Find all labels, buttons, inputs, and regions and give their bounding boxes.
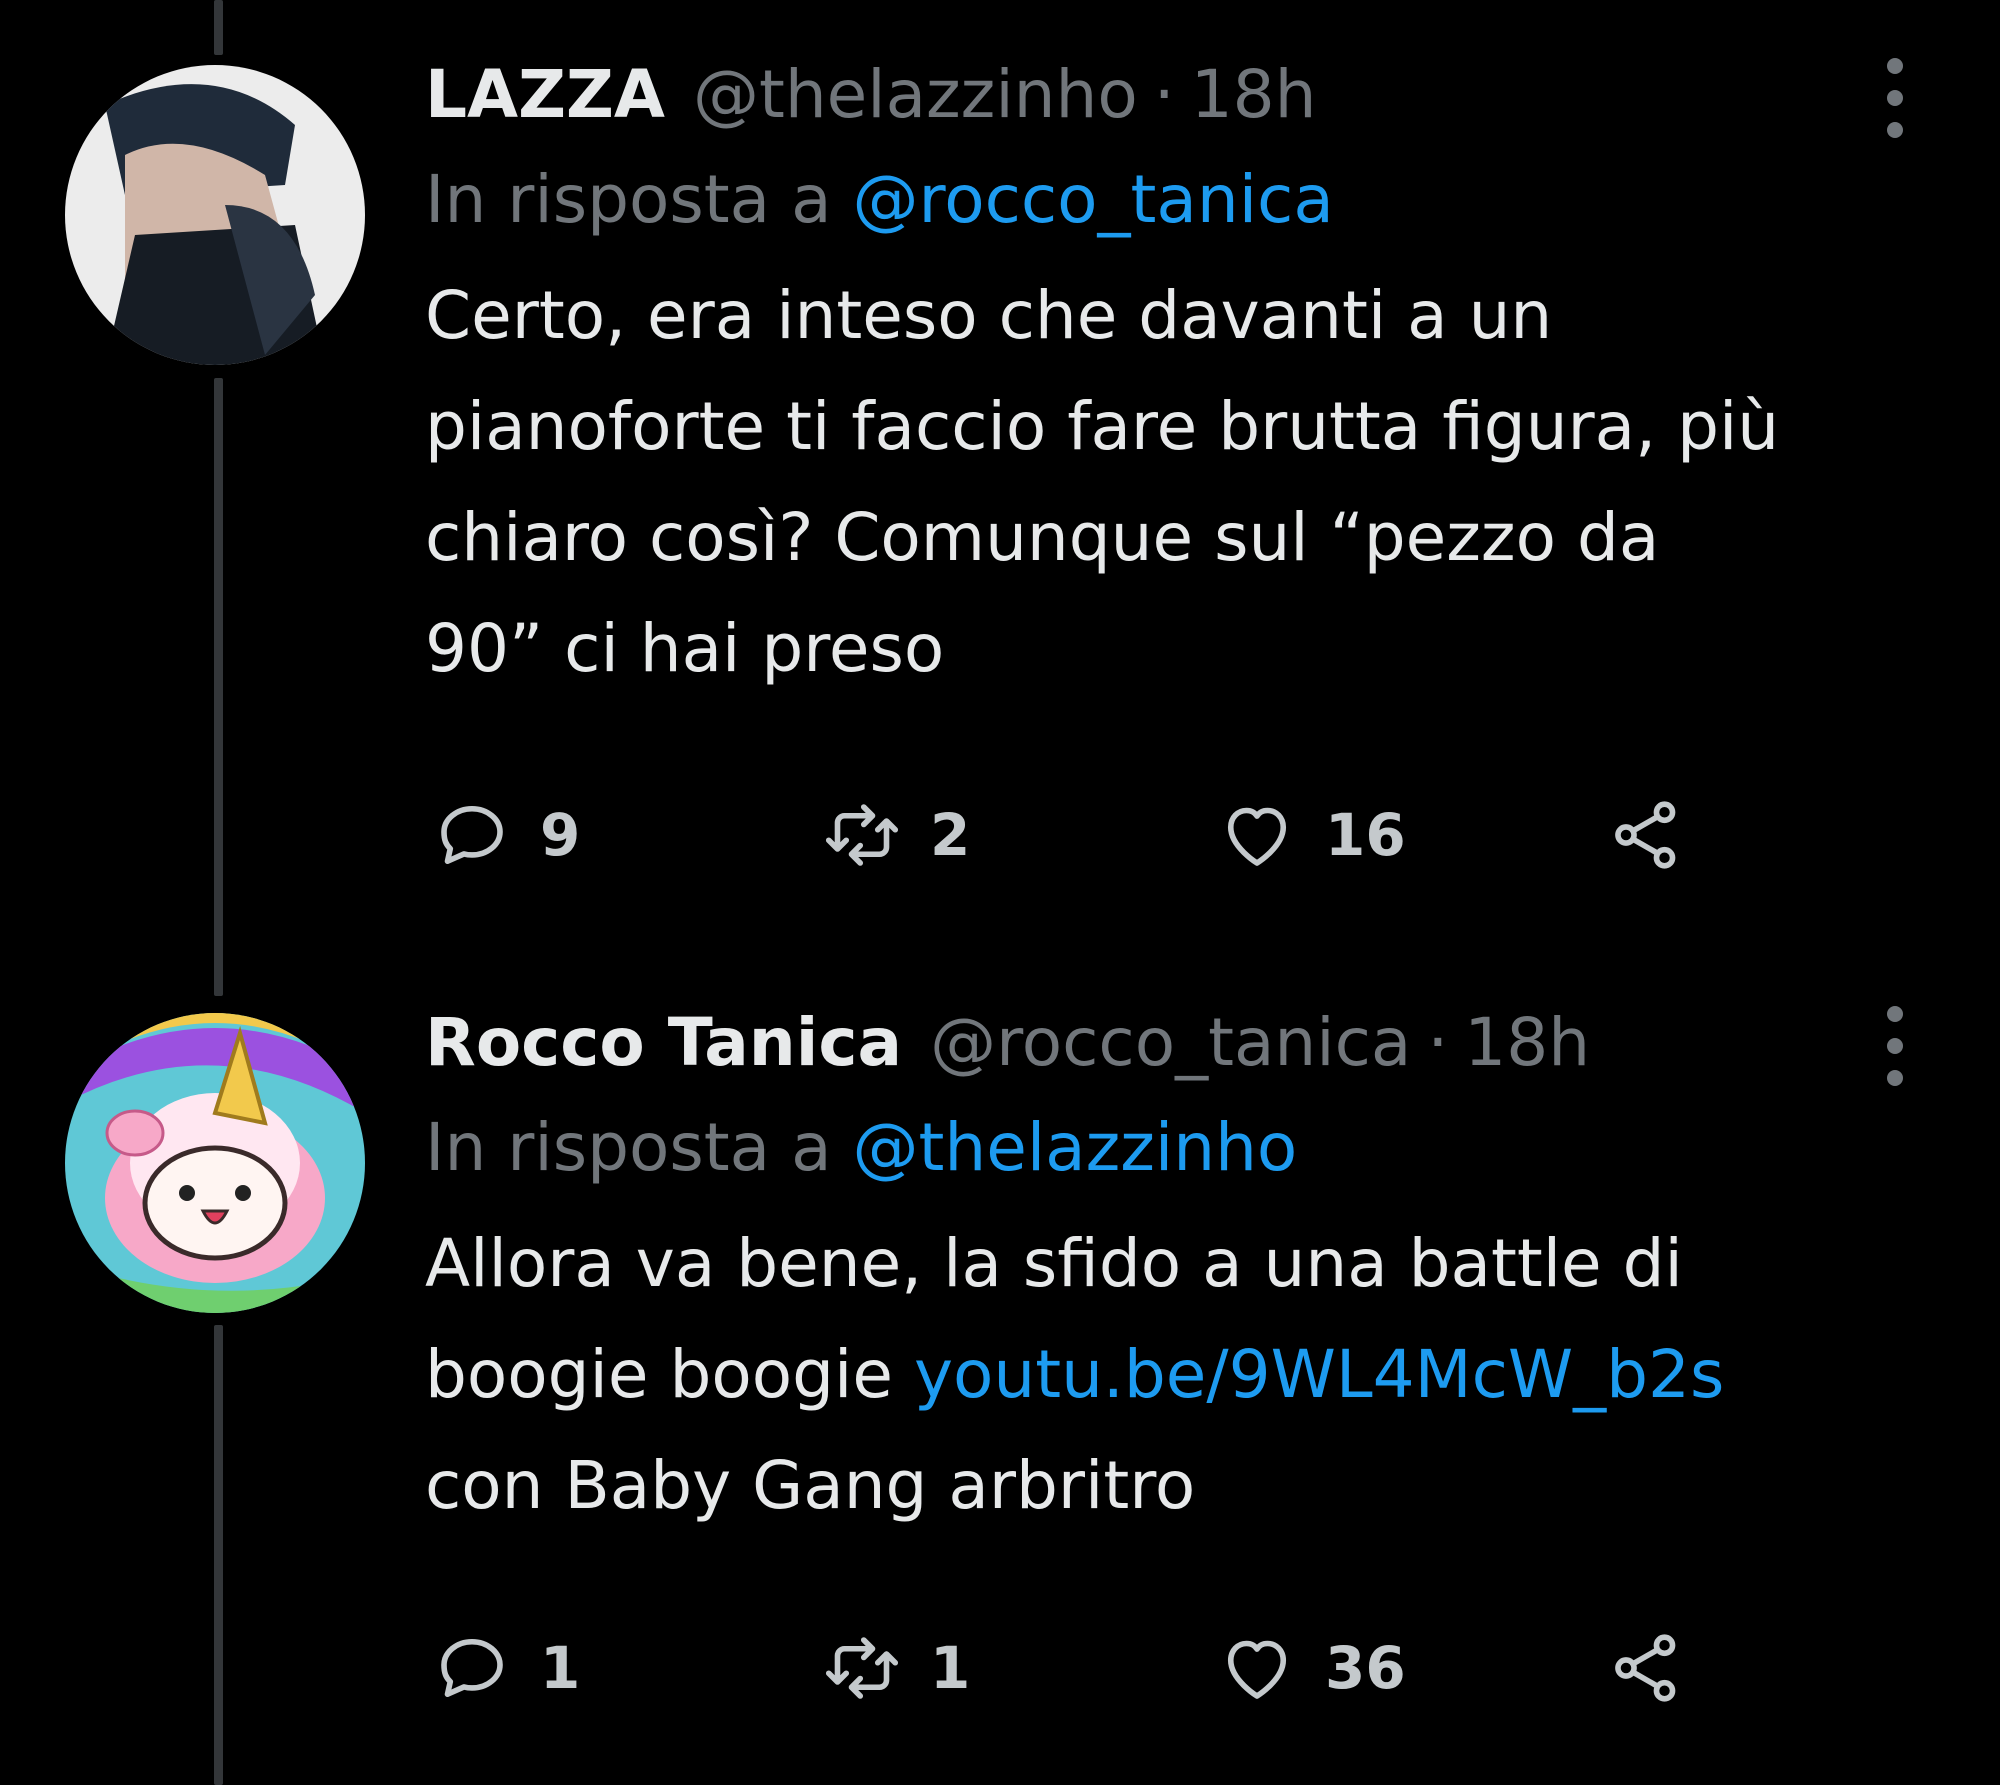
retweet-count: 1 <box>930 1634 971 1702</box>
thread-line-middle <box>214 378 223 996</box>
reply-button[interactable]: 9 <box>430 790 580 880</box>
timestamp[interactable]: 18h <box>1191 50 1317 140</box>
retweet-icon <box>825 804 899 866</box>
tweet-text-tail: con Baby Gang arbritro <box>425 1447 1196 1524</box>
tweet-header: LAZZA @thelazzinho · 18h <box>425 50 1317 140</box>
avatar-lazza[interactable] <box>65 65 365 365</box>
mention-link[interactable]: @rocco_tanica <box>853 161 1334 238</box>
retweet-button[interactable]: 1 <box>820 1623 970 1713</box>
reply-count: 1 <box>540 1634 581 1702</box>
avatar-image <box>65 1013 365 1313</box>
like-button[interactable]: 16 <box>1215 790 1406 880</box>
tweet-header: Rocco Tanica @rocco_tanica · 18h <box>425 998 1590 1088</box>
tweet-text-content: Certo, era inteso che davanti a un piano… <box>425 277 1780 687</box>
action-bar: 1 1 36 <box>425 1623 1945 1713</box>
like-count: 16 <box>1325 801 1406 869</box>
separator-dot: · <box>1427 1004 1449 1081</box>
separator-dot: · <box>1153 56 1175 133</box>
reply-prefix: In risposta a <box>425 161 832 238</box>
reply-context: In risposta a @rocco_tanica <box>425 155 1334 245</box>
thread-line-top <box>214 0 223 55</box>
share-button[interactable] <box>1605 1623 1689 1713</box>
retweet-icon <box>825 1637 899 1699</box>
heart-icon <box>1227 1640 1287 1699</box>
like-count: 36 <box>1325 1634 1406 1702</box>
timestamp[interactable]: 18h <box>1464 998 1590 1088</box>
thread-line-bottom <box>214 1325 223 1785</box>
user-handle[interactable]: @thelazzinho <box>693 50 1138 140</box>
share-button[interactable] <box>1605 790 1689 880</box>
share-icon <box>1615 1634 1676 1702</box>
action-bar: 9 2 16 <box>425 790 1945 880</box>
reply-icon <box>441 805 503 865</box>
youtube-link[interactable]: youtu.be/9WL4McW_b2s <box>914 1336 1724 1413</box>
reply-prefix: In risposta a <box>425 1109 832 1186</box>
more-icon[interactable] <box>1870 1006 1920 1086</box>
retweet-button[interactable]: 2 <box>820 790 970 880</box>
share-icon <box>1615 801 1676 869</box>
reply-context: In risposta a @thelazzinho <box>425 1103 1297 1193</box>
reply-icon <box>441 1638 503 1698</box>
tweet-text: Allora va bene, la sfido a una battle di… <box>425 1208 1945 1541</box>
user-handle[interactable]: @rocco_tanica <box>930 998 1411 1088</box>
more-icon[interactable] <box>1870 58 1920 138</box>
mention-link[interactable]: @thelazzinho <box>853 1109 1298 1186</box>
reply-button[interactable]: 1 <box>430 1623 580 1713</box>
display-name[interactable]: Rocco Tanica <box>425 998 902 1088</box>
like-button[interactable]: 36 <box>1215 1623 1406 1713</box>
avatar-rocco-tanica[interactable] <box>65 1013 365 1313</box>
display-name[interactable]: LAZZA <box>425 50 665 140</box>
tweet-text: Certo, era inteso che davanti a un piano… <box>425 260 1945 704</box>
reply-count: 9 <box>540 801 581 869</box>
heart-icon <box>1227 807 1287 866</box>
avatar-image <box>65 65 365 365</box>
retweet-count: 2 <box>930 801 971 869</box>
